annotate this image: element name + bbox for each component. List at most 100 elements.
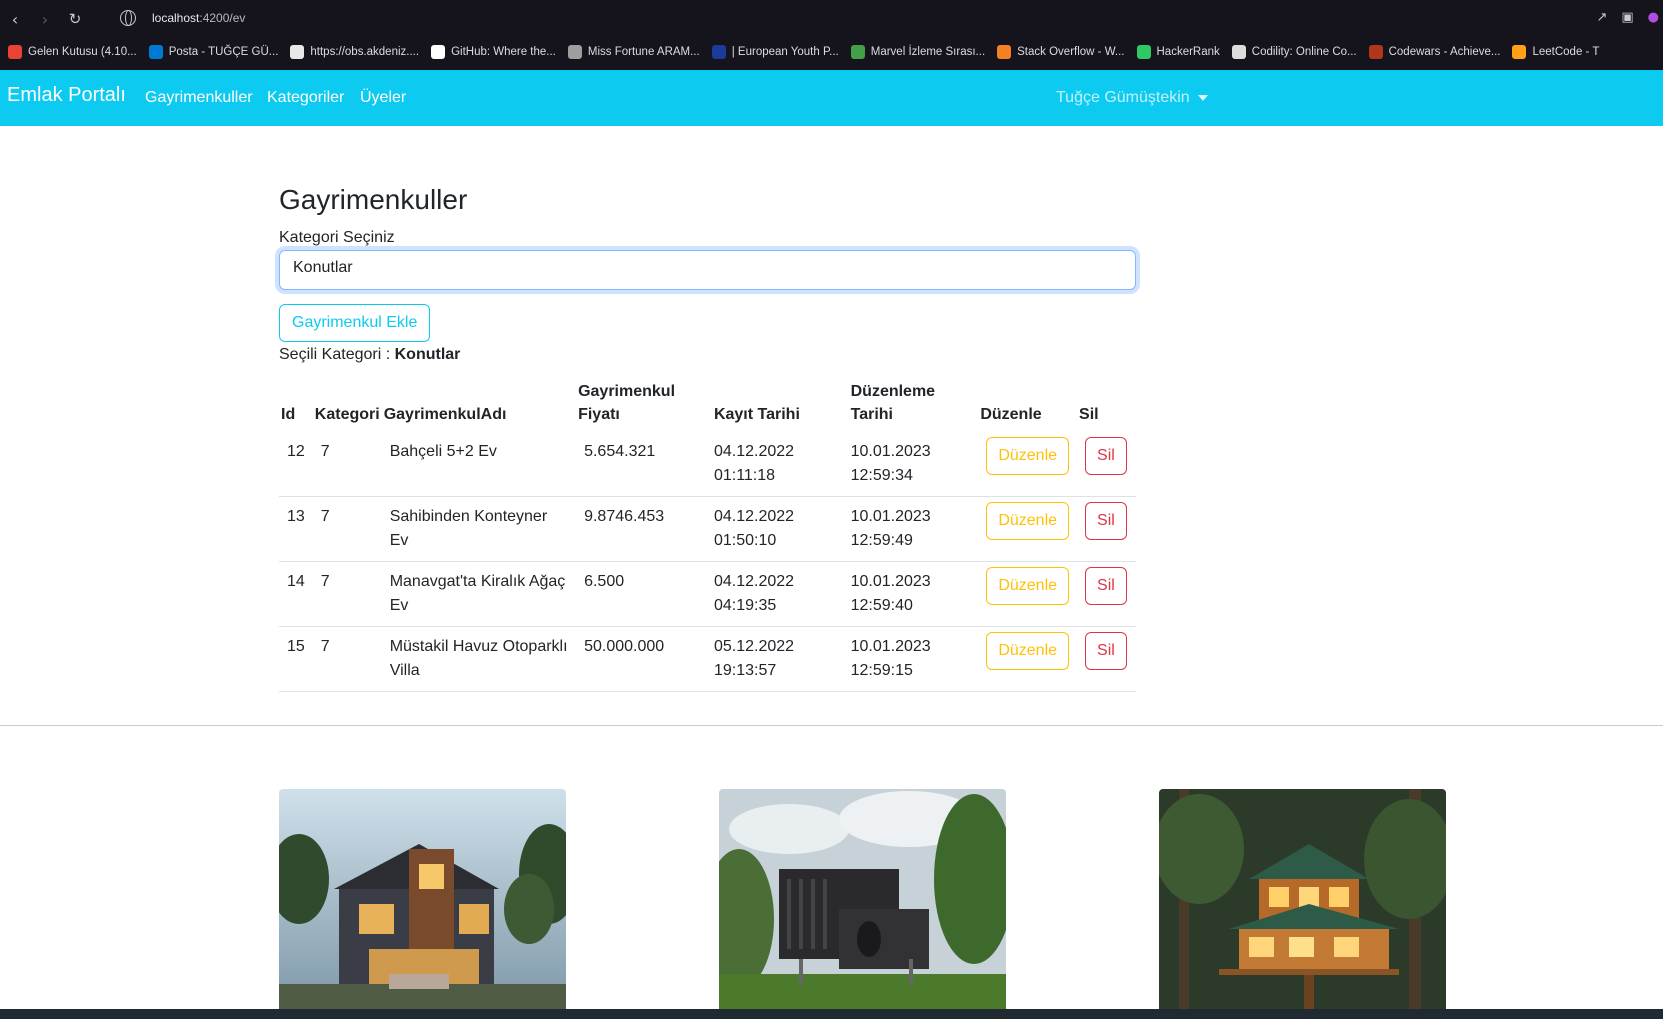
header-sil: Sil xyxy=(1079,406,1099,423)
section-divider xyxy=(0,725,1663,726)
reload-icon[interactable]: ↻ xyxy=(60,4,90,34)
cell-edit: Düzenle xyxy=(978,626,1078,692)
cell-kategori: 7 xyxy=(312,561,382,627)
bookmark-item[interactable]: Miss Fortune ARAM... xyxy=(567,45,700,59)
bookmark-favicon-icon xyxy=(431,45,446,59)
add-property-button[interactable]: Gayrimenkul Ekle xyxy=(279,304,431,342)
cell-edit: Düzenle xyxy=(978,432,1078,497)
cell-duzenleme: 10.01.2023 12:59:49 xyxy=(842,496,979,562)
bookmark-label: Miss Fortune ARAM... xyxy=(587,46,700,58)
delete-button[interactable]: Sil xyxy=(1085,502,1127,540)
url-host: localhost xyxy=(152,11,200,25)
property-image-container-house xyxy=(719,789,1006,1009)
edit-button[interactable]: Düzenle xyxy=(986,502,1070,540)
screenshot-icon[interactable]: ▣ xyxy=(1621,10,1633,25)
bookmark-item[interactable]: https://obs.akdeniz.... xyxy=(290,45,419,59)
delete-button[interactable]: Sil xyxy=(1085,437,1127,475)
bookmark-label: Marvel İzleme Sırası... xyxy=(870,46,986,58)
category-select[interactable]: Konutlar xyxy=(279,250,1136,290)
bookmark-item[interactable]: GitHub: Where the... xyxy=(431,45,556,59)
table-row: 12 7 Bahçeli 5+2 Ev 5.654.321 04.12.2022 01:… xyxy=(279,432,1136,497)
bookmark-item[interactable]: HackerRank xyxy=(1136,45,1220,59)
bookmark-favicon-icon xyxy=(711,45,726,59)
bookmark-favicon-icon xyxy=(567,45,582,59)
url-path: :4200/ev xyxy=(199,11,246,25)
bookmark-label: HackerRank xyxy=(1156,46,1220,58)
cell-edit: Düzenle xyxy=(978,496,1078,562)
cell-fiyat: 5.654.321 xyxy=(576,432,706,497)
table-row: 15 7 Müstakil Havuz Otoparklı Villa 50.000.… xyxy=(279,626,1136,692)
cell-ad: Sahibinden Konteyner Ev xyxy=(381,496,577,562)
cell-kayit: 04.12.2022 01:11:18 xyxy=(705,432,843,497)
cell-kayit: 04.12.2022 01:50:10 xyxy=(705,496,843,562)
cell-duzenleme: 10.01.2023 12:59:34 xyxy=(842,432,979,497)
bookmark-item[interactable]: Gelen Kutusu (4.10... xyxy=(8,45,137,59)
user-dropdown[interactable]: Tuğçe Gümüştekin xyxy=(1056,89,1208,107)
bookmark-item[interactable]: Marvel İzleme Sırası... xyxy=(850,45,986,59)
nav-link-gayrimenkuller[interactable]: Gayrimenkuller xyxy=(145,89,253,107)
bookmark-item[interactable]: | European Youth P... xyxy=(711,45,839,59)
bookmark-favicon-icon xyxy=(290,45,305,59)
cell-duzenleme: 10.01.2023 12:59:40 xyxy=(842,561,979,627)
bookmark-label: Posta - TUĞÇE GÜ... xyxy=(168,46,279,58)
bookmarks-bar: Gelen Kutusu (4.10... Posta - TUĞÇE GÜ...… xyxy=(0,40,1663,64)
header-duzenleme: Düzenleme Tarihi xyxy=(850,383,936,423)
cell-kayit: 05.12.2022 19:13:57 xyxy=(705,626,843,692)
bookmark-favicon-icon xyxy=(148,45,163,59)
selected-category-prefix: Seçili Kategori : xyxy=(279,346,391,363)
cell-delete: Sil xyxy=(1077,496,1136,562)
bookmark-favicon-icon xyxy=(1231,45,1246,59)
property-table: Id Kategori GayrimenkulAdı Gayrimenkul F… xyxy=(279,380,1136,692)
edit-button[interactable]: Düzenle xyxy=(986,567,1070,605)
selected-category-value: Konutlar xyxy=(394,346,461,363)
bookmark-item[interactable]: Codility: Online Co... xyxy=(1231,45,1357,59)
bookmark-item[interactable]: LeetCode - T xyxy=(1512,45,1599,59)
property-image-tree-house xyxy=(1159,789,1446,1009)
address-bar[interactable]: localhost:4200/ev xyxy=(152,11,245,25)
cell-ad: Bahçeli 5+2 Ev xyxy=(381,432,577,497)
cell-duzenleme: 10.01.2023 12:59:15 xyxy=(842,626,979,692)
bookmark-favicon-icon xyxy=(1368,45,1383,59)
nav-link-kategoriler[interactable]: Kategoriler xyxy=(267,89,344,107)
extension-icon[interactable]: ● xyxy=(1648,10,1659,25)
site-info-icon[interactable] xyxy=(120,10,136,26)
cell-id: 12 xyxy=(279,432,313,497)
property-image-villa xyxy=(279,789,566,1009)
header-fiyat: Gayrimenkul Fiyatı xyxy=(578,383,676,423)
back-icon[interactable]: ‹ xyxy=(0,4,30,34)
cell-kategori: 7 xyxy=(312,626,382,692)
cell-id: 13 xyxy=(279,496,313,562)
bookmark-item[interactable]: Posta - TUĞÇE GÜ... xyxy=(148,45,279,59)
bookmark-item[interactable]: Codewars - Achieve... xyxy=(1368,45,1500,59)
edit-button[interactable]: Düzenle xyxy=(986,632,1070,670)
bookmark-label: Gelen Kutusu (4.10... xyxy=(28,46,137,58)
bookmark-label: Codility: Online Co... xyxy=(1251,46,1357,58)
table-row: 14 7 Manavgat'ta Kiralık Ağaç Ev 6.500 04.12… xyxy=(279,561,1136,627)
cell-fiyat: 9.8746.453 xyxy=(576,496,706,562)
share-icon[interactable]: ↗ xyxy=(1596,10,1607,25)
delete-button[interactable]: Sil xyxy=(1085,567,1127,605)
bookmark-label: GitHub: Where the... xyxy=(451,46,556,58)
bookmark-favicon-icon xyxy=(1136,45,1151,59)
browser-toolbar: ‹ › ↻ localhost:4200/ev ↗ ▣ ● Gelen Kutu… xyxy=(0,0,1663,70)
forward-icon[interactable]: › xyxy=(30,4,60,34)
page-title: Gayrimenkuller xyxy=(279,184,468,215)
header-kayit: Kayıt Tarihi xyxy=(713,406,800,423)
edit-button[interactable]: Düzenle xyxy=(986,437,1070,475)
selected-category: Seçili Kategori : Konutlar xyxy=(279,346,460,364)
bookmark-favicon-icon xyxy=(8,45,22,59)
cell-fiyat: 6.500 xyxy=(576,561,706,627)
cell-id: 14 xyxy=(279,561,313,627)
cell-fiyat: 50.000.000 xyxy=(576,626,706,692)
header-duzenle: Düzenle xyxy=(980,406,1042,423)
bookmark-item[interactable]: Stack Overflow - W... xyxy=(997,45,1125,59)
brand-link[interactable]: Emlak Portalı xyxy=(7,84,126,107)
cell-kategori: 7 xyxy=(312,496,382,562)
header-ad: GayrimenkulAdı xyxy=(383,406,507,423)
cell-delete: Sil xyxy=(1077,432,1136,497)
cell-delete: Sil xyxy=(1077,626,1136,692)
cell-delete: Sil xyxy=(1077,561,1136,627)
delete-button[interactable]: Sil xyxy=(1085,632,1127,670)
cell-ad: Manavgat'ta Kiralık Ağaç Ev xyxy=(381,561,577,627)
nav-link-uyeler[interactable]: Üyeler xyxy=(360,89,406,107)
